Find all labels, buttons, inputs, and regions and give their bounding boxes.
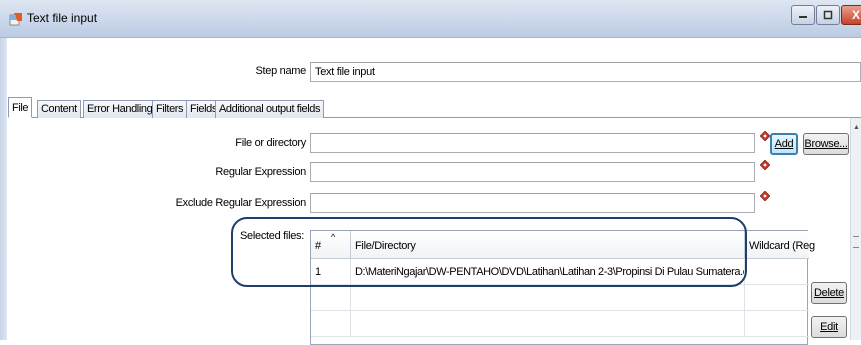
delete-button[interactable]: Delete — [811, 282, 847, 304]
regex-label: Regular Expression — [215, 166, 306, 178]
tab-file[interactable]: File — [8, 97, 33, 118]
exclude-regex-label: Exclude Regular Expression — [175, 197, 307, 209]
add-button[interactable]: Add — [770, 133, 798, 155]
scroll-up-icon[interactable]: ▲ — [853, 124, 860, 131]
maximize-icon — [823, 10, 833, 20]
sort-ascending-icon: ^ — [331, 232, 335, 242]
column-header-wildcard[interactable]: Wildcard (Reg — [745, 231, 815, 259]
tab-error-handling[interactable]: Error Handling — [83, 100, 157, 118]
step-name-input[interactable]: Text file input — [310, 62, 861, 82]
edit-button-label: Edit — [820, 321, 838, 333]
table-cell-empty[interactable] — [311, 311, 351, 337]
tab-additional-output-fields[interactable]: Additional output fields — [215, 100, 325, 118]
minimize-icon — [799, 16, 807, 18]
scroll-grip-icon[interactable] — [853, 236, 859, 248]
vertical-scrollbar[interactable]: ▲ — [850, 118, 861, 340]
add-button-label: Add — [774, 138, 794, 150]
close-icon: X — [851, 8, 860, 22]
variable-diamond-icon — [760, 131, 770, 141]
exclude-regex-input[interactable] — [310, 193, 755, 213]
edit-button[interactable]: Edit — [811, 316, 847, 338]
regex-input[interactable] — [310, 162, 755, 182]
file-or-directory-label: File or directory — [235, 137, 306, 149]
table-cell-file[interactable]: D:\MateriNgajar\DW-PENTAHO\DVD\Latihan\L… — [351, 259, 745, 285]
file-or-directory-input[interactable] — [310, 133, 755, 153]
column-header-number-label: # — [315, 240, 321, 252]
table-cell-number[interactable]: 1 — [311, 259, 351, 285]
table-cell-empty[interactable] — [745, 285, 809, 311]
maximize-button[interactable] — [816, 5, 840, 25]
variable-diamond-icon — [760, 191, 770, 201]
step-name-label: Step name — [255, 65, 306, 77]
tab-filters[interactable]: Filters — [152, 100, 188, 118]
title-bar[interactable]: Text file input X — [0, 0, 861, 38]
table-cell-wildcard[interactable] — [745, 259, 809, 285]
close-button[interactable]: X — [841, 5, 861, 25]
selected-files-label: Selected files: — [240, 230, 304, 242]
delete-button-label: Delete — [814, 287, 844, 299]
window-left-border — [0, 38, 7, 340]
dialog-window: Text file input X Step name Text file in… — [0, 0, 861, 345]
minimize-button[interactable] — [791, 5, 815, 25]
browse-button-label: Browse... — [804, 138, 848, 150]
table-cell-empty[interactable] — [311, 285, 351, 311]
browse-button[interactable]: Browse... — [803, 133, 849, 155]
tab-content[interactable]: Content — [37, 100, 81, 118]
selected-files-table[interactable]: # ^ File/Directory Wildcard (Reg 1 D:\Ma… — [310, 230, 815, 345]
column-header-file-directory[interactable]: File/Directory — [351, 231, 745, 259]
table-cell-empty[interactable] — [745, 311, 809, 337]
table-cell-empty[interactable] — [351, 285, 745, 311]
window-title: Text file input — [27, 11, 98, 25]
column-header-number[interactable]: # ^ — [311, 231, 351, 259]
table-cell-empty[interactable] — [351, 311, 745, 337]
variable-diamond-icon — [760, 160, 770, 170]
spoon-app-icon — [9, 13, 22, 26]
